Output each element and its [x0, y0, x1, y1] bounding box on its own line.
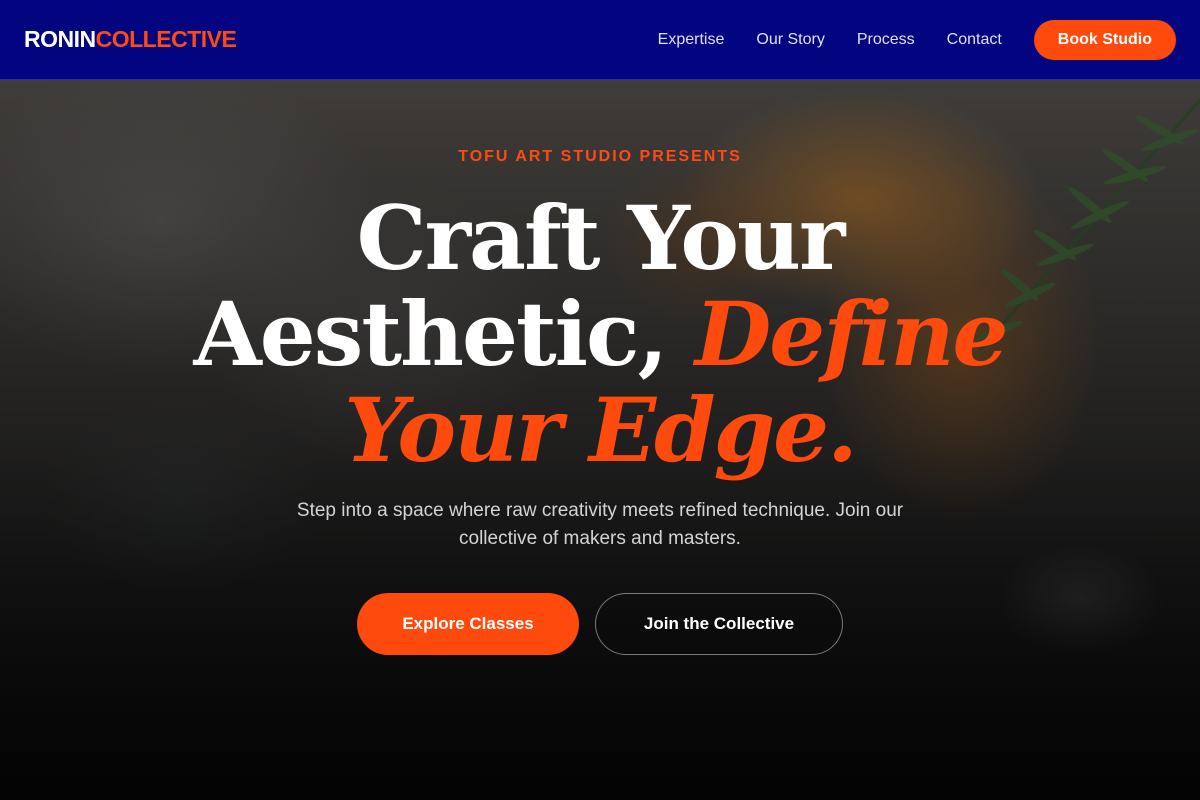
- hero-section: TOFU ART STUDIO PRESENTS Craft Your Aest…: [0, 80, 1200, 800]
- headline-line-1: Craft Your: [356, 186, 846, 290]
- hero-content: TOFU ART STUDIO PRESENTS Craft Your Aest…: [0, 80, 1200, 800]
- nav-link-contact[interactable]: Contact: [947, 31, 1002, 49]
- join-collective-button[interactable]: Join the Collective: [595, 593, 843, 655]
- logo-primary-text: RONIN: [24, 26, 96, 52]
- book-studio-button[interactable]: Book Studio: [1033, 19, 1176, 60]
- nav-link-expertise[interactable]: Expertise: [658, 31, 725, 49]
- headline-line-2-accent: Define: [694, 282, 1009, 386]
- hero-headline: Craft Your Aesthetic, Define Your Edge.: [0, 190, 1200, 478]
- nav-link-process[interactable]: Process: [857, 31, 915, 49]
- brand-logo[interactable]: RONINCOLLECTIVE: [24, 26, 237, 53]
- logo-accent-text: COLLECTIVE: [95, 26, 237, 52]
- top-navbar: RONINCOLLECTIVE Expertise Our Story Proc…: [0, 0, 1200, 80]
- hero-eyebrow: TOFU ART STUDIO PRESENTS: [458, 148, 742, 165]
- nav-link-our-story[interactable]: Our Story: [756, 31, 824, 49]
- headline-line-3-accent: Your Edge.: [344, 378, 858, 482]
- hero-cta-group: Explore Classes Join the Collective: [0, 593, 1200, 655]
- hero-subtitle: Step into a space where raw creativity m…: [296, 500, 904, 549]
- explore-classes-button[interactable]: Explore Classes: [357, 593, 579, 655]
- headline-line-2-plain: Aesthetic,: [193, 282, 695, 386]
- main-navigation: Expertise Our Story Process Contact Book…: [658, 19, 1176, 60]
